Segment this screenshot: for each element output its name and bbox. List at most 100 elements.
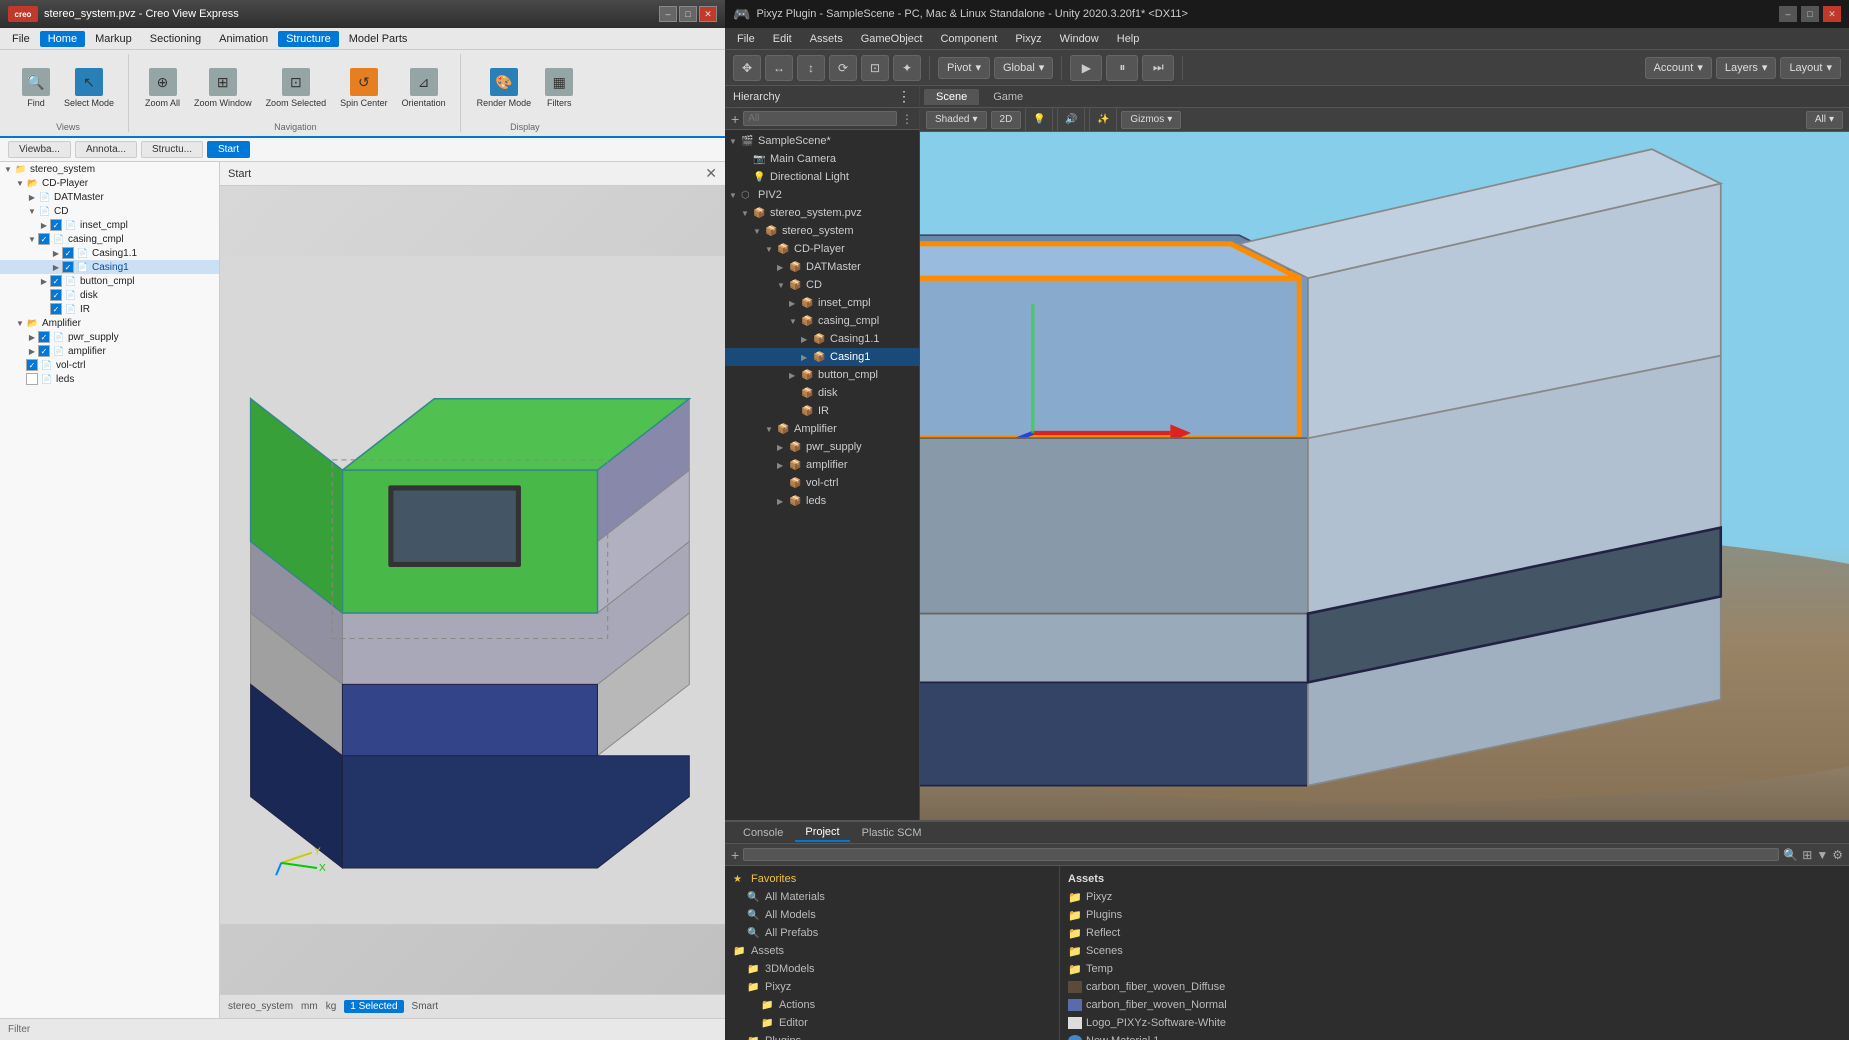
step-button[interactable]: ⏭: [1142, 55, 1174, 81]
tree-item-cd[interactable]: ▼ 📄 CD: [0, 204, 219, 218]
check-casing1[interactable]: ✓: [62, 261, 74, 273]
bottom-tab-project[interactable]: Project: [795, 824, 849, 842]
bottom-tab-console[interactable]: Console: [733, 825, 793, 841]
unity-window-controls[interactable]: – □ ✕: [1779, 6, 1841, 22]
check-casing11[interactable]: ✓: [62, 247, 74, 259]
tree-item-casing1[interactable]: ▶ ✓ 📄 Casing1: [0, 260, 219, 274]
maximize-button[interactable]: □: [679, 6, 697, 22]
asset-item-diffuse[interactable]: carbon_fiber_woven_Diffuse: [1060, 978, 1849, 996]
zoom-all-button[interactable]: ⊕ Zoom All: [139, 64, 186, 112]
unity-menu-window[interactable]: Window: [1052, 31, 1107, 47]
hierarchy-search-input[interactable]: [743, 111, 897, 126]
asset-item-reflect-folder[interactable]: 📁 Reflect: [1060, 924, 1849, 942]
h-item-casing11-h[interactable]: ▶ 📦 Casing1.1: [725, 330, 919, 348]
tree-item-button-cmpl[interactable]: ▶ ✓ 📄 button_cmpl: [0, 274, 219, 288]
toggle-cd-player[interactable]: ▼: [14, 177, 26, 189]
h-item-amplifier-h[interactable]: ▼ 📦 Amplifier: [725, 420, 919, 438]
h-item-cd-h[interactable]: ▼ 📦 CD: [725, 276, 919, 294]
check-button-cmpl[interactable]: ✓: [50, 275, 62, 287]
add-asset-button[interactable]: +: [731, 847, 739, 863]
tree-item-ir[interactable]: ✓ 📄 IR: [0, 302, 219, 316]
tree-item-casing11[interactable]: ▶ ✓ 📄 Casing1.1: [0, 246, 219, 260]
toggle-casing1[interactable]: ▶: [50, 261, 62, 273]
hierarchy-menu-icon[interactable]: ⋮: [897, 88, 911, 105]
asset-item-logo[interactable]: Logo_PIXYz-Software-White: [1060, 1014, 1849, 1032]
global-dropdown[interactable]: Global ▾: [994, 57, 1053, 79]
pivot-dropdown[interactable]: Pivot ▾: [938, 57, 990, 79]
check-inset-cmpl[interactable]: ✓: [50, 219, 62, 231]
unity-menu-pixyz[interactable]: Pixyz: [1007, 31, 1049, 47]
toggle-inset-h[interactable]: ▶: [789, 299, 801, 308]
menu-animation[interactable]: Animation: [211, 31, 276, 47]
add-hierarchy-button[interactable]: +: [731, 111, 739, 127]
view-2d-dropdown[interactable]: 2D: [991, 111, 1022, 129]
h-item-amplifier-sub-h[interactable]: ▶ 📦 amplifier: [725, 456, 919, 474]
h-item-main-camera[interactable]: 📷 Main Camera: [725, 150, 919, 168]
check-amplifier-sub[interactable]: ✓: [38, 345, 50, 357]
toggle-casing11[interactable]: ▶: [50, 247, 62, 259]
h-item-inset-cmpl-h[interactable]: ▶ 📦 inset_cmpl: [725, 294, 919, 312]
asset-item-temp-folder[interactable]: 📁 Temp: [1060, 960, 1849, 978]
shaded-dropdown[interactable]: Shaded ▾: [926, 111, 987, 129]
h-item-sample-scene[interactable]: ▼ 🎬 SampleScene*: [725, 132, 919, 150]
h-item-leds-h[interactable]: ▶ 📦 leds: [725, 492, 919, 510]
sub-tab-annota[interactable]: Annota...: [75, 141, 137, 158]
tool-move[interactable]: ↔: [765, 55, 793, 81]
asset-item-plugins-folder[interactable]: 📁 Plugins: [1060, 906, 1849, 924]
asset-filter-icon[interactable]: ▼: [1816, 848, 1828, 862]
toggle-sample-scene[interactable]: ▼: [729, 137, 741, 146]
h-item-disk-h[interactable]: 📦 disk: [725, 384, 919, 402]
menu-markup[interactable]: Markup: [87, 31, 140, 47]
tool-transform[interactable]: ✦: [893, 55, 921, 81]
check-ir[interactable]: ✓: [50, 303, 62, 315]
proj-item-editor[interactable]: 📁 Editor: [725, 1014, 1059, 1032]
asset-search-input[interactable]: [743, 848, 1779, 861]
unity-menu-assets[interactable]: Assets: [802, 31, 851, 47]
sub-tab-structu[interactable]: Structu...: [141, 141, 203, 158]
toggle-inset-cmpl[interactable]: ▶: [38, 219, 50, 231]
unity-minimize-button[interactable]: –: [1779, 6, 1797, 22]
asset-item-normal[interactable]: carbon_fiber_woven_Normal: [1060, 996, 1849, 1014]
tree-item-stereo-system[interactable]: ▼ 📁 stereo_system: [0, 162, 219, 176]
render-mode-button[interactable]: 🎨 Render Mode: [471, 64, 538, 112]
toggle-casing11-h[interactable]: ▶: [801, 335, 813, 344]
toggle-stereo-system[interactable]: ▼: [2, 163, 14, 175]
creo-window-controls[interactable]: – □ ✕: [659, 6, 717, 22]
pause-button[interactable]: ⏸: [1106, 55, 1138, 81]
proj-item-all-models[interactable]: 🔍 All Models: [725, 906, 1059, 924]
h-item-stereo-pvz[interactable]: ▼ 📦 stereo_system.pvz: [725, 204, 919, 222]
toggle-stereo-sys[interactable]: ▼: [753, 227, 765, 236]
proj-item-plugins[interactable]: 📁 Plugins: [725, 1032, 1059, 1040]
proj-item-3dmodels[interactable]: 📁 3DModels: [725, 960, 1059, 978]
menu-home[interactable]: Home: [40, 31, 85, 47]
tree-item-amplifier[interactable]: ▼ 📂 Amplifier: [0, 316, 219, 330]
toggle-button-cmpl[interactable]: ▶: [38, 275, 50, 287]
tree-item-casing-cmpl[interactable]: ▼ ✓ 📄 casing_cmpl: [0, 232, 219, 246]
h-item-pwr-supply-h[interactable]: ▶ 📦 pwr_supply: [725, 438, 919, 456]
layout-dropdown[interactable]: Layout ▾: [1780, 57, 1841, 79]
play-button[interactable]: ▶: [1070, 55, 1102, 81]
gizmos-dropdown[interactable]: Gizmos ▾: [1121, 111, 1181, 129]
find-button[interactable]: 🔍 Find: [16, 64, 56, 112]
scene-tab-scene[interactable]: Scene: [924, 89, 979, 105]
h-item-casing-cmpl-h[interactable]: ▼ 📦 casing_cmpl: [725, 312, 919, 330]
bottom-tab-plastic[interactable]: Plastic SCM: [852, 825, 932, 841]
creo-3d-view[interactable]: Y X: [220, 186, 725, 994]
proj-item-all-prefabs[interactable]: 🔍 All Prefabs: [725, 924, 1059, 942]
toggle-amp-sub-h[interactable]: ▶: [777, 461, 789, 470]
check-leds[interactable]: [26, 373, 38, 385]
tool-rotate[interactable]: ↕: [797, 55, 825, 81]
tool-rect[interactable]: ⊡: [861, 55, 889, 81]
toggle-piv2[interactable]: ▼: [729, 191, 741, 200]
toggle-pwr-h[interactable]: ▶: [777, 443, 789, 452]
toggle-datmaster[interactable]: ▶: [26, 191, 38, 203]
scene-fx-toggle[interactable]: ✨: [1089, 107, 1117, 133]
filters-button[interactable]: ▦ Filters: [539, 64, 579, 112]
unity-maximize-button[interactable]: □: [1801, 6, 1819, 22]
h-item-directional-light[interactable]: 💡 Directional Light: [725, 168, 919, 186]
zoom-window-button[interactable]: ⊞ Zoom Window: [188, 64, 258, 112]
tree-item-cd-player[interactable]: ▼ 📂 CD-Player: [0, 176, 219, 190]
unity-menu-gameobject[interactable]: GameObject: [853, 31, 931, 47]
unity-3d-viewport[interactable]: Z Y: [920, 132, 1849, 820]
proj-item-pixyz[interactable]: 📁 Pixyz: [725, 978, 1059, 996]
